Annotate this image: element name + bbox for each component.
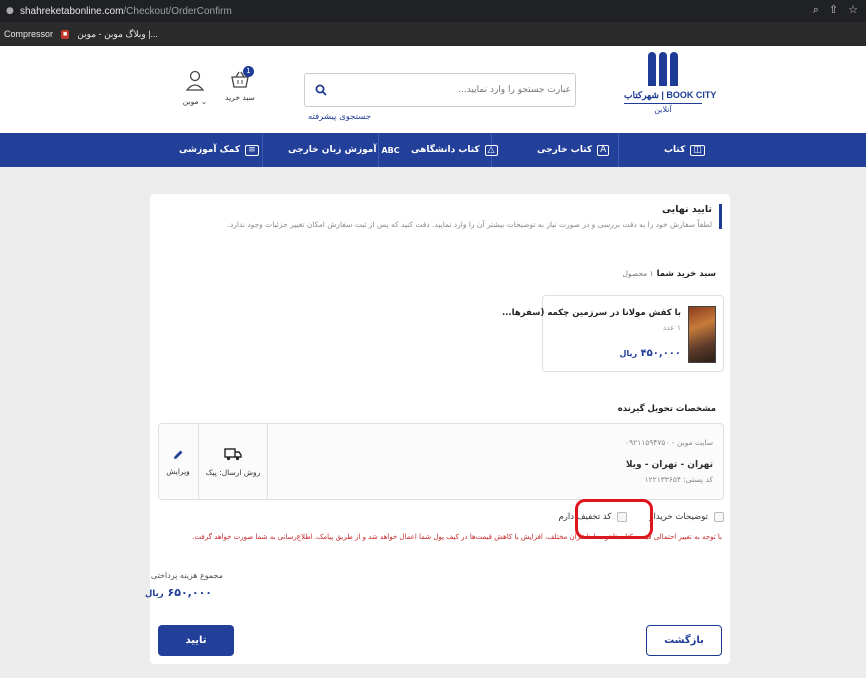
lock-icon: ● — [6, 6, 14, 16]
star-icon[interactable]: ☆ — [848, 3, 858, 17]
site-header: شهرکتاب | BOOK CITY آنلاین جستجوی پیشرفت… — [0, 46, 866, 133]
cart-label: سبد خرید — [225, 93, 255, 102]
url-text[interactable]: shahreketabonline.com/Checkout/OrderConf… — [20, 6, 232, 17]
nav-divider — [618, 133, 619, 167]
user-menu[interactable]: موبن ⌄ — [178, 70, 212, 106]
nav-divider — [262, 133, 263, 167]
nav-label: کمک آموزشی — [179, 145, 241, 155]
browser-actions: ⌕ ⇧ ☆ — [813, 3, 858, 17]
nav-item-foreign-books[interactable]: A کتاب خارجی — [537, 133, 610, 167]
user-name: موبن — [182, 97, 199, 106]
bookmarks-bar: Compressor ■ وبلاگ موبن - موبن |... — [0, 22, 866, 46]
buyer-notes-label[interactable]: توضیحات خریدار — [649, 512, 708, 522]
cart-section-title: سبد خرید شما ۱ محصول — [623, 269, 717, 279]
cart-count-badge: 1 — [243, 66, 254, 77]
bookmark-compressor[interactable]: Compressor — [4, 29, 53, 39]
url-domain: shahreketabonline.com — [20, 5, 124, 17]
user-icon — [185, 70, 205, 91]
search-box — [304, 73, 576, 107]
book-icon: ◫ — [690, 144, 705, 156]
nav-item-educational-aids[interactable]: ≡ کمک آموزشی — [179, 133, 259, 167]
search-input[interactable] — [335, 74, 571, 106]
nav-item-university-books[interactable]: △ کتاب دانشگاهی — [411, 133, 498, 167]
site-logo[interactable]: شهرکتاب | BOOK CITY آنلاین — [624, 50, 717, 120]
total-label: مجموع هزینه پرداختی — [150, 571, 223, 580]
nav-label: آموزش زبان خارجی — [288, 145, 377, 155]
edit-address-button[interactable]: ویرایش — [158, 424, 198, 499]
total-amount-value: ۶۵۰,۰۰۰ — [167, 586, 212, 599]
cart-item-count: ۱ محصول — [622, 269, 654, 278]
cart-button[interactable]: 1 سبد خرید — [222, 66, 258, 102]
delivery-truck-icon — [224, 448, 242, 461]
total-amount-currency: ریال — [145, 589, 164, 599]
product-quantity: ۱ عدد — [662, 323, 681, 332]
notebook-icon: ≡ — [245, 144, 259, 156]
user-label: موبن ⌄ — [178, 97, 212, 106]
nav-item-language-learning[interactable]: ABC آموزش زبان خارجی — [288, 133, 400, 167]
abc-icon: ABC — [381, 145, 400, 155]
product-title[interactable]: با کفش مولانا در سرزمین چکمه (سفرها... — [502, 308, 681, 318]
confirm-button[interactable]: تایید — [158, 625, 234, 656]
graduation-cap-icon: △ — [484, 144, 498, 156]
bookmark-mobin-blog[interactable]: وبلاگ موبن - موبن |... — [77, 29, 158, 40]
buyer-notes-checkbox[interactable] — [714, 512, 724, 522]
chevron-down-icon: ⌄ — [200, 97, 208, 106]
cart-title-text: سبد خرید شما — [656, 269, 716, 279]
book-cover-image[interactable] — [688, 306, 716, 363]
receiver-address: تهران - تهران - ویلا — [625, 460, 713, 470]
pencil-icon — [174, 450, 183, 459]
url-path: /Checkout/OrderConfirm — [123, 5, 232, 17]
share-icon[interactable]: ⇧ — [829, 3, 838, 17]
logo-title: شهرکتاب | BOOK CITY — [624, 90, 717, 100]
nav-label: کتاب دانشگاهی — [411, 145, 480, 155]
nav-item-books[interactable]: ◫ کتاب — [664, 133, 705, 167]
receiver-postal-code: کد پستی: ۱۲۲۱۳۳۶۵۴ — [644, 475, 713, 484]
nav-label: کتاب خارجی — [537, 145, 593, 155]
shipping-method-label: روش ارسال: پیک — [205, 468, 261, 477]
delivery-section-title: مشخصات تحویل گیرنده — [617, 404, 716, 414]
book-icon: A — [597, 144, 610, 156]
search-icon[interactable] — [315, 84, 327, 96]
bookmark-favicon-icon: ■ — [61, 29, 70, 39]
logo-subtitle: آنلاین — [624, 103, 702, 114]
page-title: تایید نهایی — [662, 204, 712, 215]
confirm-description: لطفاً سفارش خود را به دقت بررسی و در صور… — [227, 220, 712, 229]
edit-label: ویرایش — [166, 467, 190, 476]
final-confirm-notice: تایید نهایی لطفاً سفارش خود را به دقت بر… — [162, 204, 722, 229]
product-price: ۴۵۰,۰۰۰ ریال — [620, 348, 681, 359]
logo-mark-icon — [624, 52, 702, 86]
product-card: با کفش مولانا در سرزمین چکمه (سفرها... ۱… — [502, 295, 724, 372]
receiver-name-phone: سایت موبن - ۰۹۲۱۱۵۹۴۷۵۰ — [625, 438, 713, 447]
basket-icon: 1 — [229, 66, 254, 91]
shipping-method: روش ارسال: پیک — [198, 424, 268, 499]
product-price-currency: ریال — [619, 349, 638, 358]
order-confirm-panel: تایید نهایی لطفاً سفارش خود را به دقت بر… — [145, 194, 730, 664]
zoom-icon[interactable]: ⌕ — [813, 3, 819, 17]
total-amount: ۶۵۰,۰۰۰ ریال — [145, 586, 212, 599]
main-nav: ◫ کتاب A کتاب خارجی △ کتاب دانشگاهی ABC … — [0, 133, 866, 167]
delivery-info-box: سایت موبن - ۰۹۲۱۱۵۹۴۷۵۰ تهران - تهران - … — [158, 423, 724, 500]
back-button[interactable]: بازگشت — [646, 625, 722, 656]
nav-label: کتاب — [664, 145, 686, 155]
price-change-warning: با توجه به تغییر احتمالی قیمت کتاب‌ها تو… — [192, 533, 722, 541]
advanced-search-link[interactable]: جستجوی پیشرفته — [308, 112, 371, 122]
browser-address-bar[interactable]: ● shahreketabonline.com/Checkout/OrderCo… — [0, 0, 866, 22]
product-price-value: ۴۵۰,۰۰۰ — [640, 348, 681, 359]
